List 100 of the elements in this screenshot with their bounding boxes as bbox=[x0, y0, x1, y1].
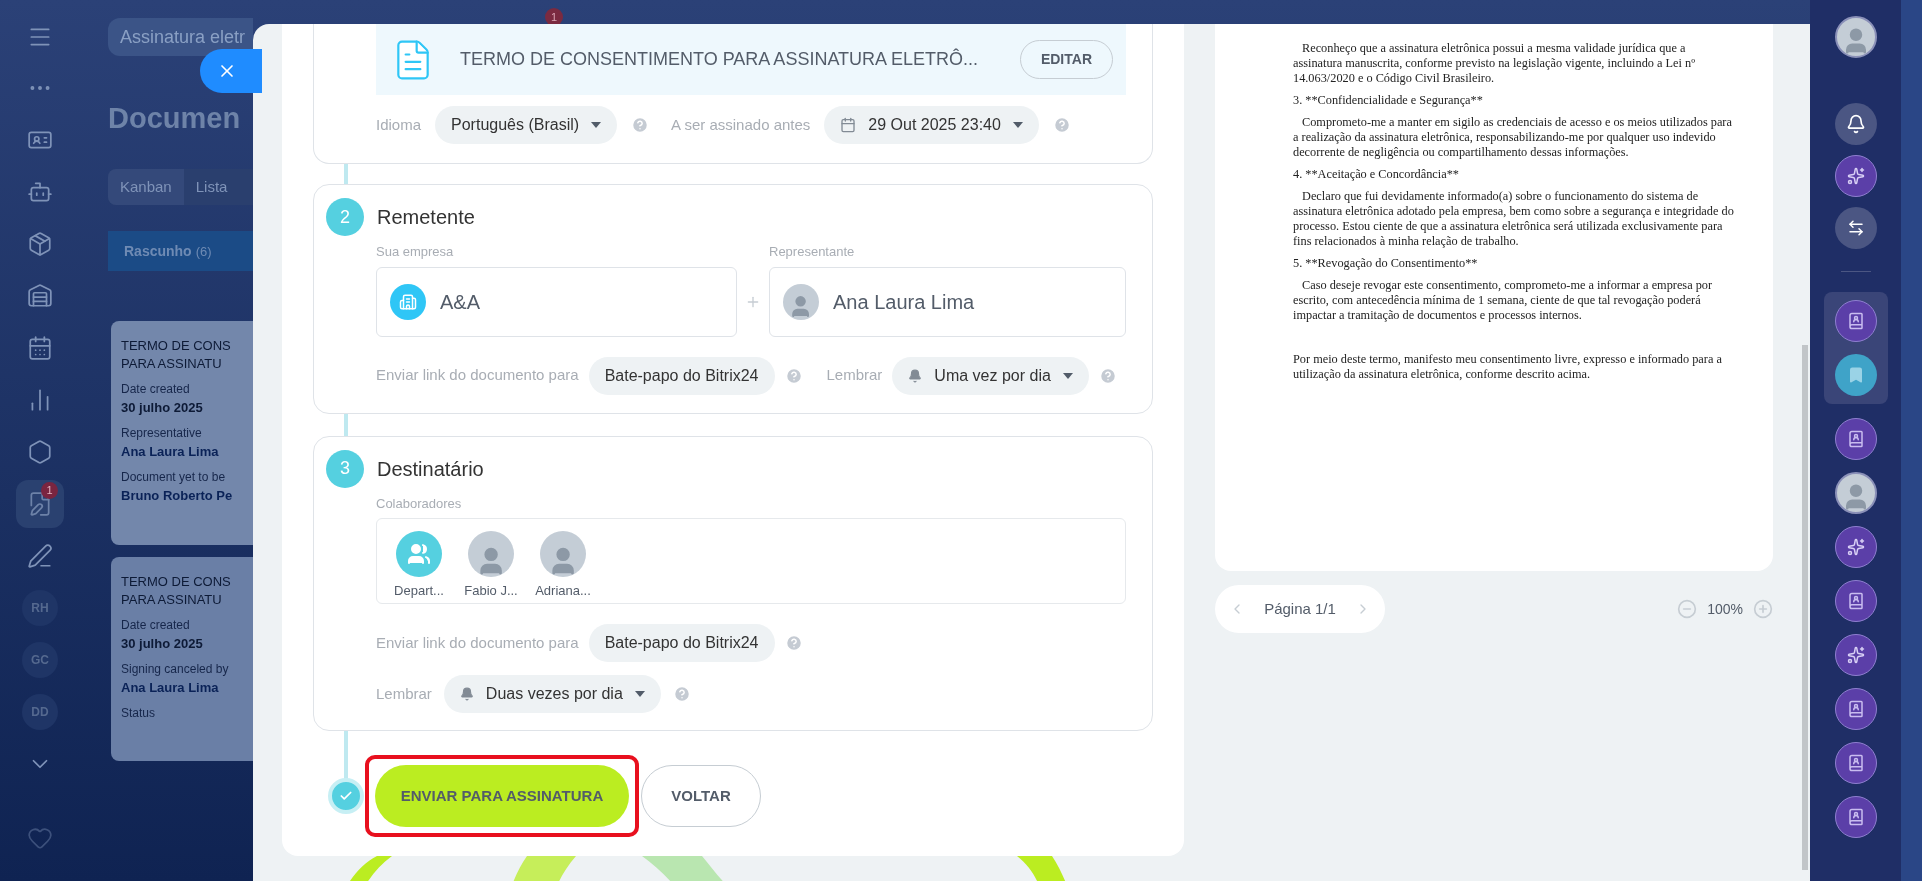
field-label: Sua empresa bbox=[376, 243, 455, 261]
sparkle-icon bbox=[1846, 538, 1865, 556]
field-label: Lembrar bbox=[376, 683, 432, 704]
box-icon[interactable] bbox=[27, 231, 53, 257]
book-chat[interactable] bbox=[1834, 796, 1877, 838]
language-select[interactable]: Português (Brasil) bbox=[435, 106, 618, 144]
sparkle-chat[interactable] bbox=[1834, 634, 1877, 676]
field-label: Enviar link do documento para bbox=[376, 365, 579, 386]
caret-icon bbox=[1012, 122, 1023, 128]
channel-select[interactable]: Bate-papo do Bitrix24 bbox=[588, 356, 775, 395]
bookmark-chat[interactable] bbox=[1834, 354, 1877, 396]
card-title: PARA ASSINATU bbox=[121, 355, 222, 374]
reminder-select[interactable]: Duas vezes por dia bbox=[443, 675, 661, 713]
nav-item-active[interactable]: 1 bbox=[16, 480, 64, 528]
warehouse-icon[interactable] bbox=[27, 283, 53, 309]
pen-icon[interactable] bbox=[27, 543, 53, 569]
book-icon bbox=[1846, 430, 1865, 448]
bell-icon bbox=[908, 368, 923, 383]
collaborators-field[interactable]: Depart... Fabio J... Adriana... bbox=[376, 518, 1126, 604]
deadline-label: A ser assinado antes bbox=[671, 114, 811, 135]
send-for-signature-button[interactable]: ENVIAR PARA ASSINATURA bbox=[375, 765, 629, 827]
collaborator-name: Fabio J... bbox=[464, 582, 518, 600]
calendar-icon bbox=[840, 117, 857, 133]
collaborator-name: Adriana... bbox=[535, 582, 591, 600]
page-title: Documen bbox=[108, 101, 241, 136]
company-field[interactable]: A&A bbox=[376, 266, 737, 337]
book-chat[interactable] bbox=[1834, 742, 1877, 784]
robot-icon[interactable] bbox=[27, 179, 53, 205]
caret-icon bbox=[591, 122, 602, 128]
representative-name: Ana Laura Lima bbox=[833, 289, 975, 315]
collaborator-name: Depart... bbox=[394, 582, 444, 600]
field-label: Status bbox=[121, 705, 156, 722]
book-chat[interactable] bbox=[1834, 418, 1877, 460]
bell-icon bbox=[459, 687, 474, 701]
sparkle-icon bbox=[1846, 646, 1865, 664]
book-chat[interactable] bbox=[1834, 688, 1877, 730]
notification-badge: 1 bbox=[41, 482, 58, 499]
field-value: Ana Laura Lima bbox=[121, 443, 219, 462]
field-value: 30 julho 2025 bbox=[121, 635, 203, 654]
clause-heading: 4. **Aceitação e Concordância** bbox=[1293, 167, 1460, 182]
book-icon bbox=[1846, 592, 1865, 610]
reminder-select[interactable]: Uma vez por dia bbox=[892, 356, 1089, 395]
section-title: Destinatário bbox=[377, 456, 484, 482]
section-title: Remetente bbox=[377, 205, 475, 230]
card-title: TERMO DE CONS bbox=[121, 573, 231, 592]
channel-select[interactable]: Bate-papo do Bitrix24 bbox=[588, 624, 775, 662]
book-chat[interactable] bbox=[1834, 300, 1877, 342]
document-paragraph: Por meio deste termo, manifesto meu consentimento livre, expresso e informado para a utilização da assinatura eletrônica, conforme descrito acima. bbox=[1293, 352, 1723, 382]
card-title: TERMO DE CONS bbox=[121, 337, 231, 356]
people-icon bbox=[407, 542, 431, 566]
field-label: Date created bbox=[121, 617, 190, 634]
back-button[interactable]: VOLTAR bbox=[641, 765, 761, 827]
book-icon bbox=[1846, 312, 1865, 330]
zoom-level: 100% bbox=[1707, 599, 1743, 619]
document-paragraph: Declaro que fui devidamente informado(a) sobre o funcionamento do sistema de assinatura eletrônica adotado pela empresa, bem como sobre a segurança e integridade do processo. Estou ciente de que a assinatura eletrônica será utilizada exclusivamente para fins relacionados à minha relação de trabalho. bbox=[1293, 189, 1735, 249]
clause-heading: 3. **Confidencialidade e Segurança** bbox=[1293, 93, 1484, 108]
hexagon-icon[interactable] bbox=[27, 439, 53, 465]
column-title: Rascunho bbox=[124, 241, 192, 261]
field-label: Lembrar bbox=[826, 365, 883, 386]
clause-heading: 5. **Revogação do Consentimento** bbox=[1293, 256, 1479, 271]
page-indicator: Página 1/1 bbox=[1264, 598, 1336, 619]
field-label: Representante bbox=[769, 243, 856, 261]
arrows-icon bbox=[1846, 219, 1865, 237]
document-paragraph: Comprometo-me a manter em sigilo as credenciais de acesso e os meios utilizados para a realização da assinatura eletrônica, responsabilizando-me por qualquer uso indevido decorrente de negligência ou compartilhamento dessas informações. bbox=[1293, 115, 1733, 160]
kanban-card[interactable]: TERMO DE CONS PARA ASSINATU Date created 30 julho 2025 Representative Ana Laura Lima Document yet to be Bruno Roberto Pe bbox=[111, 321, 253, 546]
caret-icon bbox=[634, 691, 645, 697]
kanban-card[interactable]: TERMO DE CONS PARA ASSINATU Date created 30 julho 2025 Signing canceled by Ana Laura Lima Status bbox=[111, 557, 253, 762]
field-label: Representative bbox=[121, 425, 202, 442]
field-value: 30 julho 2025 bbox=[121, 399, 203, 418]
field-label: Document yet to be bbox=[121, 469, 226, 486]
book-chat[interactable] bbox=[1834, 580, 1877, 622]
deadline-select[interactable]: 29 Out 2025 23:40 bbox=[824, 106, 1039, 144]
book-icon bbox=[1846, 754, 1865, 772]
close-button[interactable] bbox=[200, 49, 262, 93]
step-number: 2 bbox=[326, 198, 364, 236]
document-title: TERMO DE CONSENTIMENTO PARA ASSINATURA ELETRÔ... bbox=[460, 47, 979, 71]
notifications-button[interactable] bbox=[1834, 103, 1877, 145]
field-value: Bruno Roberto Pe bbox=[121, 487, 233, 506]
caret-icon bbox=[1062, 372, 1073, 379]
calendar-icon[interactable] bbox=[27, 335, 53, 361]
field-label: Signing canceled by bbox=[121, 661, 229, 678]
view-tab[interactable]: Lista bbox=[183, 169, 240, 206]
document-paragraph: Reconheço que a assinatura eletrônica possui a mesma validade jurídica que a assinatura manuscrita, conforme previsto na legislação vigente, incluindo a Lei nº 14.063/2020 e o Código Civil Brasileiro. bbox=[1293, 41, 1696, 86]
representative-field[interactable]: Ana Laura Lima bbox=[769, 266, 1126, 337]
check-icon bbox=[339, 789, 353, 803]
building-icon bbox=[399, 292, 417, 311]
card-title: PARA ASSINATU bbox=[121, 591, 222, 610]
document-paragraph: Caso deseje revogar este consentimento, comprometo-me a informar a empresa por escrito, com antecedência mínima de 1 semana, ciente de que tal revogação poderá impactar a tramitação de documentos e processos internos. bbox=[1293, 278, 1714, 323]
chat-exchange-button[interactable] bbox=[1834, 207, 1877, 249]
field-value: Ana Laura Lima bbox=[121, 679, 219, 698]
step-number: 3 bbox=[326, 449, 364, 488]
field-label: Enviar link do documento para bbox=[376, 632, 579, 653]
sparkle-chat[interactable] bbox=[1834, 155, 1877, 197]
avatar-placeholder[interactable] bbox=[1834, 472, 1877, 514]
avatar-placeholder[interactable] bbox=[1834, 16, 1877, 58]
company-name: A&A bbox=[440, 289, 481, 315]
book-icon bbox=[1846, 808, 1865, 826]
field-label: Colaboradores bbox=[376, 494, 463, 513]
sparkle-chat[interactable] bbox=[1834, 526, 1877, 568]
sparkle-icon bbox=[1846, 167, 1865, 185]
